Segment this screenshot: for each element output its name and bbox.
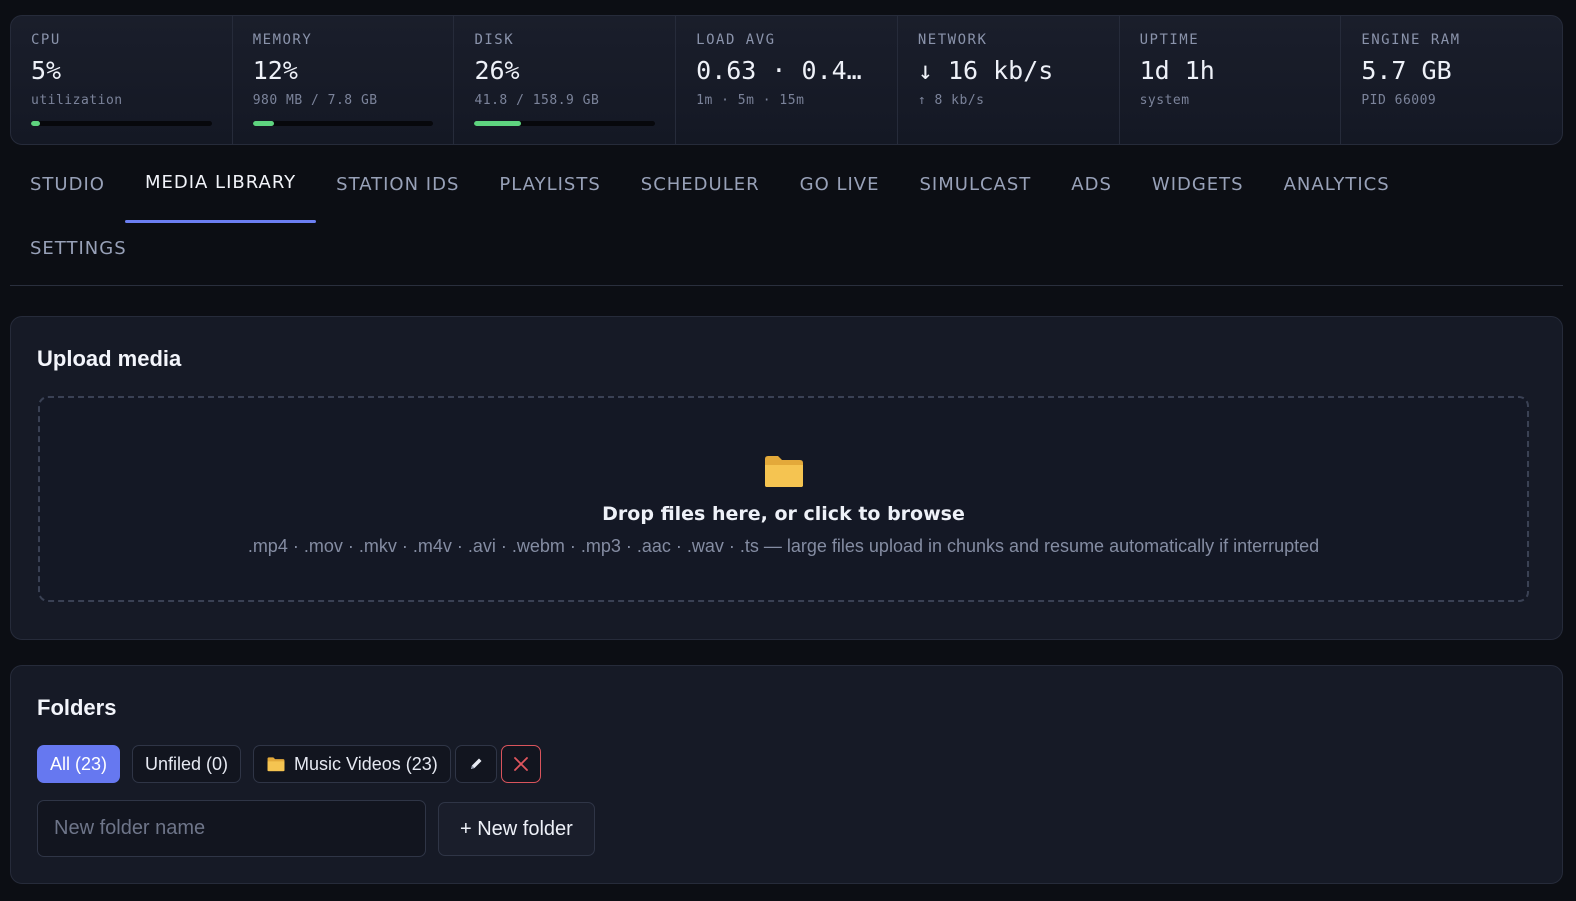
tab-settings[interactable]: SETTINGS <box>10 224 147 288</box>
folder-chip-all[interactable]: All (23) <box>37 745 121 783</box>
file-dropzone[interactable]: Drop files here, or click to browse .mp4… <box>38 396 1529 602</box>
folders-title: Folders <box>37 695 117 720</box>
stat-value: 12% <box>252 56 298 85</box>
delete-folder-button[interactable] <box>500 745 541 783</box>
stat-value: 1d 1h <box>1139 56 1215 85</box>
stat-sub: 1m · 5m · 15m <box>696 93 805 108</box>
stat-label: CPU <box>31 32 61 48</box>
tab-playlists[interactable]: PLAYLISTS <box>479 160 620 224</box>
tab-go-live[interactable]: GO LIVE <box>780 160 900 224</box>
system-stats-bar: CPU 5% utilization MEMORY 12% 980 MB / 7… <box>10 15 1563 145</box>
pencil-icon <box>470 758 482 769</box>
stat-value: 5.7 GB <box>1361 56 1452 85</box>
stat-disk: DISK 26% 41.8 / 158.9 GB <box>454 16 677 144</box>
tab-widgets[interactable]: WIDGETS <box>1132 160 1264 224</box>
folder-chip-music-videos[interactable]: Music Videos (23) <box>253 745 451 783</box>
folders-panel: Folders All (23) Unfiled (0) Music Video… <box>10 665 1563 884</box>
stat-sub: 980 MB / 7.8 GB <box>252 93 378 108</box>
stat-value: 5% <box>31 56 62 85</box>
dropzone-title: Drop files here, or click to browse <box>602 503 965 525</box>
stat-label: DISK <box>474 32 515 48</box>
folder-chip-unfiled[interactable]: Unfiled (0) <box>132 745 242 783</box>
stat-value: 26% <box>474 56 520 85</box>
dropzone-hint: .mp4 · .mov · .mkv · .m4v · .avi · .webm… <box>247 536 1320 556</box>
stat-label: LOAD AVG <box>696 32 776 48</box>
tab-simulcast[interactable]: SIMULCAST <box>900 160 1052 224</box>
stat-label: ENGINE RAM <box>1361 32 1461 48</box>
new-folder-row: + New folder <box>37 800 595 857</box>
stat-sub: utilization <box>31 93 123 108</box>
new-folder-button[interactable]: + New folder <box>438 802 595 856</box>
stat-uptime: UPTIME 1d 1h system <box>1120 16 1342 144</box>
folder-chip-label: Music Videos (23) <box>294 753 438 774</box>
tab-ads[interactable]: ADS <box>1051 160 1132 224</box>
stat-cpu: CPU 5% utilization <box>11 16 233 144</box>
cpu-usage-bar <box>31 121 212 126</box>
disk-usage-bar <box>474 121 656 126</box>
stat-sub: PID 66009 <box>1361 93 1437 108</box>
cpu-usage-bar-fill <box>31 121 41 126</box>
folder-icon <box>765 456 803 487</box>
tab-analytics[interactable]: ANALYTICS <box>1264 160 1410 224</box>
main-tabs: STUDIO MEDIA LIBRARY STATION IDS PLAYLIS… <box>10 160 1563 286</box>
upload-media-title: Upload media <box>37 346 182 371</box>
close-icon <box>513 757 528 771</box>
folder-chip-group: Music Videos (23) <box>253 745 541 783</box>
stat-label: MEMORY <box>252 32 313 48</box>
folder-chips: All (23) Unfiled (0) Music Videos (23) <box>37 745 541 783</box>
tab-studio[interactable]: STUDIO <box>10 160 125 224</box>
stat-sub: ↑ 8 kb/s <box>917 93 985 108</box>
stat-load-avg: LOAD AVG 0.63 · 0.4… 1m · 5m · 15m <box>676 16 898 144</box>
stat-label: NETWORK <box>917 32 988 48</box>
stat-sub: 41.8 / 158.9 GB <box>474 93 600 108</box>
tab-media-library[interactable]: MEDIA LIBRARY <box>124 160 317 224</box>
tab-row: STUDIO MEDIA LIBRARY STATION IDS PLAYLIS… <box>10 160 1563 224</box>
tab-scheduler[interactable]: SCHEDULER <box>621 160 780 224</box>
stat-value: ↓ 16 kb/s <box>917 56 1054 85</box>
tab-station-ids[interactable]: STATION IDS <box>316 160 479 224</box>
folder-icon <box>267 757 285 772</box>
stat-sub: system <box>1139 93 1190 108</box>
tab-row: SETTINGS <box>10 224 1563 288</box>
stat-memory: MEMORY 12% 980 MB / 7.8 GB <box>233 16 455 144</box>
rename-folder-button[interactable] <box>454 745 497 783</box>
new-folder-name-input[interactable] <box>37 800 426 857</box>
memory-usage-bar-fill <box>252 121 275 126</box>
disk-usage-bar-fill <box>474 121 522 126</box>
stat-label: UPTIME <box>1139 32 1200 48</box>
upload-media-panel: Upload media Drop files here, or click t… <box>10 316 1563 640</box>
stat-network: NETWORK ↓ 16 kb/s ↑ 8 kb/s <box>898 16 1120 144</box>
memory-usage-bar <box>252 121 434 126</box>
stat-value: 0.63 · 0.4… <box>696 56 862 85</box>
stat-engine-ram: ENGINE RAM 5.7 GB PID 66009 <box>1341 16 1562 144</box>
